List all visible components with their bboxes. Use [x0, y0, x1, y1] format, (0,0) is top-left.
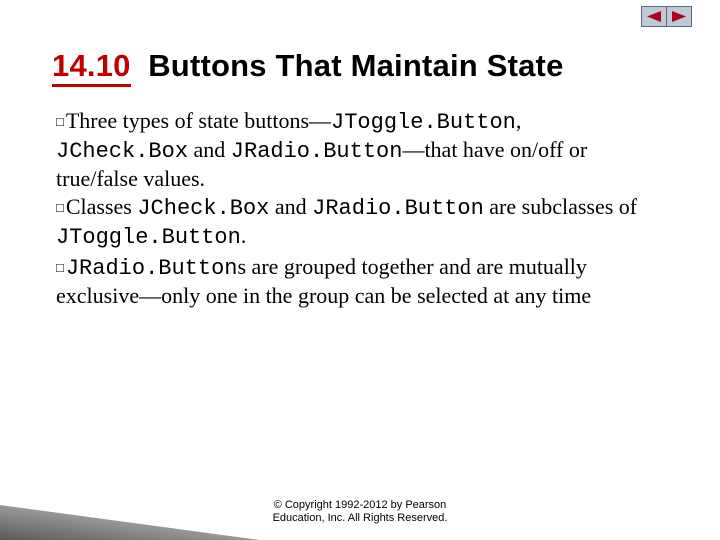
slide: 14.10 Buttons That Maintain State □Three… [0, 0, 720, 540]
slide-body: □Three types of state buttons—JToggle.Bu… [56, 108, 654, 312]
bullet-marker: □ [56, 260, 64, 275]
code-text: JRadio.Button [66, 256, 238, 281]
copyright-line2: Education, Inc. All Rights Reserved. [273, 512, 448, 524]
nav-prev-button[interactable] [641, 6, 667, 27]
copyright: © Copyright 1992-2012 by Pearson Educati… [0, 499, 720, 527]
code-text: JToggle.Button [331, 110, 516, 135]
nav-next-button[interactable] [666, 6, 692, 27]
body-text: and [269, 194, 312, 219]
code-text: JToggle.Button [56, 225, 241, 250]
body-text: . [241, 223, 247, 248]
slide-title: 14.10 Buttons That Maintain State [52, 48, 564, 87]
body-text: Classes [66, 194, 138, 219]
code-text: JRadio.Button [312, 196, 484, 221]
bullet-item: □Classes JCheck.Box and JRadio.Button ar… [56, 194, 654, 252]
copyright-line1: © Copyright 1992-2012 by Pearson [274, 499, 447, 511]
bullet-marker: □ [56, 114, 64, 129]
nav-buttons [641, 6, 692, 27]
code-text: JCheck.Box [56, 139, 188, 164]
body-text: Three types of state buttons— [66, 108, 331, 133]
bullet-marker: □ [56, 200, 64, 215]
body-text: , [516, 108, 522, 133]
section-number: 14.10 [52, 50, 131, 87]
body-text: are subclasses of [484, 194, 637, 219]
title-text: Buttons That Maintain State [148, 48, 563, 83]
body-text: and [188, 137, 231, 162]
code-text: JCheck.Box [137, 196, 269, 221]
bullet-item: □Three types of state buttons—JToggle.Bu… [56, 108, 654, 192]
bullet-item: □JRadio.Buttons are grouped together and… [56, 254, 654, 310]
code-text: JRadio.Button [231, 139, 403, 164]
arrow-right-icon [672, 11, 686, 22]
arrow-left-icon [647, 11, 661, 22]
